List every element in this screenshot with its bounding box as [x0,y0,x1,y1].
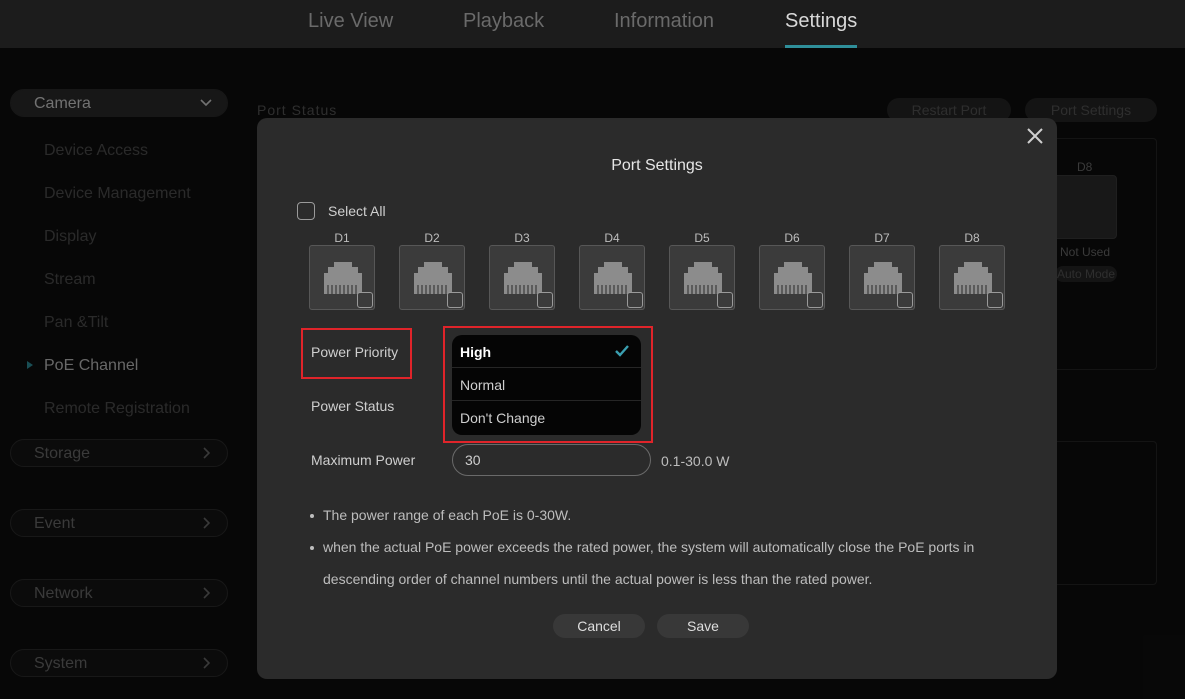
ethernet-port-icon [774,262,812,294]
port-label: D3 [514,231,530,245]
port-label: D2 [424,231,440,245]
ethernet-port-icon [504,262,542,294]
priority-option-high[interactable]: High [452,335,641,368]
close-icon[interactable] [1025,126,1045,146]
priority-option-dont-change[interactable]: Don't Change [452,401,641,434]
power-status-label: Power Status [311,398,395,414]
maximum-power-input[interactable] [452,444,651,476]
port-checkbox[interactable] [807,292,823,308]
power-priority-dropdown[interactable]: High Normal Don't Change [452,335,641,435]
ethernet-port-icon [324,262,362,294]
dialog-title: Port Settings [611,157,703,174]
port-checkbox[interactable] [987,292,1003,308]
cancel-button[interactable]: Cancel [553,614,645,638]
port-checkbox[interactable] [537,292,553,308]
maximum-power-label: Maximum Power [311,452,416,468]
checkmark-icon [615,345,629,357]
maximum-power-range: 0.1-30.0 W [661,453,730,469]
port-tile-d2[interactable] [399,245,465,310]
note-text: descending order of channel numbers unti… [323,571,873,587]
note-text: when the actual PoE power exceeds the ra… [323,539,975,555]
port-checkbox[interactable] [357,292,373,308]
tab-information[interactable]: Information [614,10,714,33]
port-label: D1 [334,231,350,245]
port-tile-d1[interactable] [309,245,375,310]
port-tile-d7[interactable] [849,245,915,310]
priority-option-normal[interactable]: Normal [452,368,641,401]
bullet-icon [310,514,314,518]
option-label: Normal [460,377,506,393]
port-label: D6 [784,231,800,245]
note-text: The power range of each PoE is 0-30W. [323,507,572,523]
port-label: D8 [964,231,980,245]
ethernet-port-icon [594,262,632,294]
bullet-icon [310,546,314,550]
ethernet-port-icon [684,262,722,294]
port-checkbox[interactable] [627,292,643,308]
top-nav: Live View Playback Information Settings [0,0,1185,48]
tab-live-view[interactable]: Live View [308,10,393,33]
port-tile-d5[interactable] [669,245,735,310]
option-label: High [460,344,492,360]
port-label: D5 [694,231,710,245]
power-priority-label: Power Priority [311,344,399,360]
ethernet-port-icon [414,262,452,294]
select-all[interactable]: Select All [297,202,386,220]
port-settings-dialog: Port Settings Select All D1 D2 D3 D4 D5 D6 D7 D… [257,118,1057,679]
port-tile-d6[interactable] [759,245,825,310]
port-checkbox[interactable] [447,292,463,308]
port-tile-d3[interactable] [489,245,555,310]
port-checkbox[interactable] [717,292,733,308]
tab-settings[interactable]: Settings [785,10,857,33]
tab-playback[interactable]: Playback [463,10,544,33]
port-checkbox[interactable] [897,292,913,308]
save-button[interactable]: Save [657,614,749,638]
option-label: Don't Change [460,410,546,426]
port-label: D4 [604,231,620,245]
select-all-label: Select All [328,203,386,219]
ethernet-port-icon [954,262,992,294]
ethernet-port-icon [864,262,902,294]
select-all-checkbox[interactable] [297,202,315,220]
port-label: D7 [874,231,890,245]
port-tile-d4[interactable] [579,245,645,310]
port-tile-d8[interactable] [939,245,1005,310]
